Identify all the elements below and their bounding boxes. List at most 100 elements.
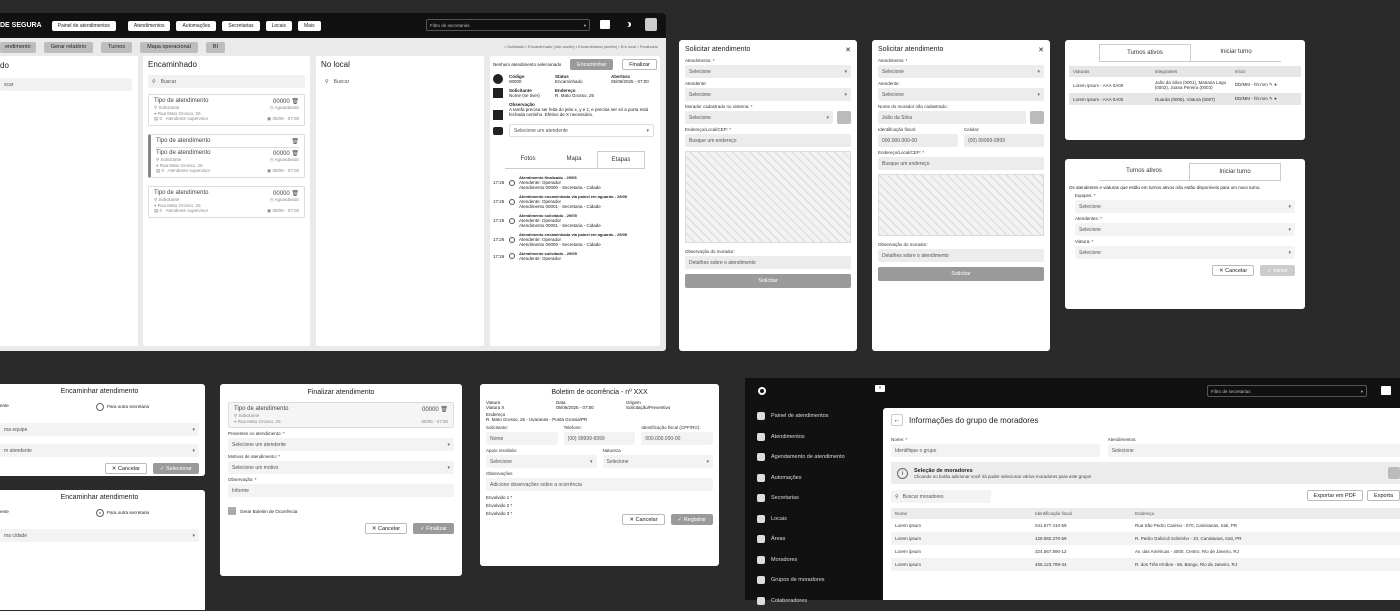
map-image[interactable] — [878, 174, 1044, 236]
dot-icon[interactable]: ● — [1274, 96, 1277, 101]
phone-input[interactable]: (00) 99999-9999 — [564, 432, 636, 445]
table-row[interactable]: Lorem ipsum - AAA 0A00João da Silva (000… — [1069, 77, 1301, 93]
start-button[interactable]: ✓ Iniciar — [1260, 265, 1295, 276]
address-input[interactable]: Busque um endereço — [878, 157, 1044, 170]
edit-icon[interactable]: ✎ — [1269, 82, 1273, 87]
obs-input[interactable]: Informe — [228, 484, 454, 497]
tab-etapas[interactable]: Etapas — [597, 151, 645, 168]
obs-input[interactable]: Adicione observações sobre a ocorrência — [486, 478, 713, 491]
add-person-icon[interactable] — [1030, 111, 1044, 124]
address-input[interactable]: Busque um endereço — [685, 134, 851, 147]
requester-input[interactable]: Nome — [486, 432, 558, 445]
envolvido-label[interactable]: Envolvido 1 * — [486, 494, 713, 502]
cancel-button[interactable]: ✕ Cancelar — [365, 523, 407, 534]
sidebar-item[interactable]: Secretarias — [757, 488, 845, 509]
tab-iniciar-turno[interactable]: Iniciar turno — [1191, 44, 1281, 61]
reason-select[interactable]: Selecione um motivo — [228, 461, 454, 474]
close-icon[interactable]: ✕ — [845, 46, 851, 54]
cancel-button[interactable]: ✕ Cancelar — [105, 463, 147, 474]
submit-button[interactable]: Solicitar — [878, 267, 1044, 281]
nav-locais[interactable]: Locais — [266, 21, 292, 31]
avatar[interactable] — [645, 18, 657, 31]
table-row[interactable]: Lorem ipsum324.567.890-12Av. das América… — [891, 545, 1400, 558]
support-select[interactable]: Selecione — [486, 455, 597, 468]
moon-icon[interactable] — [624, 20, 633, 29]
sidebar-item[interactable]: Locais — [757, 509, 845, 530]
table-row[interactable]: Lorem ipsum - AAA 0A00Guarda (0005), Via… — [1069, 93, 1301, 105]
cancel-button[interactable]: ✕ Cancelar — [622, 514, 664, 525]
add-button[interactable] — [1388, 467, 1400, 479]
phone-input[interactable]: (00) 99999-9999 — [964, 134, 1044, 147]
add-person-icon[interactable] — [837, 111, 851, 124]
viatura-select[interactable]: Selecione — [1075, 246, 1295, 259]
equipes-select[interactable]: Selecione — [1075, 200, 1295, 213]
sidebar-item[interactable]: Moradores — [757, 550, 845, 571]
chat-icon[interactable] — [600, 20, 610, 29]
atendente-select[interactable]: m atendente — [0, 444, 199, 457]
group-name-input[interactable]: Identifique o grupo — [891, 444, 1100, 457]
fiscal-input[interactable]: 000.000.000-00 — [878, 134, 958, 147]
table-row[interactable]: Lorem ipsum129.082.370-59R. Pedro Galici… — [891, 532, 1400, 545]
submit-button[interactable]: Solicitar — [685, 274, 851, 288]
column-search[interactable]: ⚲Buscar — [148, 75, 305, 88]
export-pdf-button[interactable]: Exportar em PDF — [1307, 490, 1363, 501]
export-button[interactable]: Exporta — [1367, 490, 1400, 501]
register-button[interactable]: ✓ Registrar — [671, 514, 713, 525]
radio-other[interactable]: Para outra secretaria — [96, 509, 149, 517]
shifts-button[interactable]: Turnos — [101, 42, 132, 53]
table-row[interactable]: Lorem ipsum456.123.789-34R. dos Três Irm… — [891, 558, 1400, 571]
attendance-card[interactable]: Tipo de atendimento00000 🗑 ⚲ Solicitante… — [148, 94, 305, 126]
attendance-card[interactable]: Tipo de atendimento🗑 Tipo de atendimento… — [148, 134, 305, 178]
trash-icon[interactable]: 🗑 — [291, 138, 299, 145]
obs-input[interactable]: Detalhes sobre o atendimento — [685, 256, 851, 269]
finish-button[interactable]: Finalizar — [622, 59, 657, 70]
secretaria-filter[interactable]: Filtro de secretarias▾ — [426, 19, 590, 31]
obs-input[interactable]: Detalhes sobre o atendimento — [878, 249, 1044, 262]
bi-button[interactable]: BI — [206, 42, 225, 53]
sidebar-item[interactable]: Atendimentos — [757, 427, 845, 448]
dot-icon[interactable]: ● — [1274, 82, 1277, 87]
cancel-button[interactable]: ✕ Cancelar — [1212, 265, 1254, 276]
sidebar-item[interactable]: Áreas — [757, 529, 845, 550]
tab-fotos[interactable]: Fotos — [505, 151, 551, 168]
sidebar-item[interactable]: Painel de atendimentos — [757, 406, 845, 427]
atendimento-select[interactable]: Selecione — [878, 65, 1044, 78]
map-button[interactable]: Mapa operacional — [140, 42, 198, 53]
column-search[interactable]: scar — [0, 78, 132, 91]
tab-mapa[interactable]: Mapa — [551, 151, 597, 168]
equipe-select[interactable]: ma equipe — [0, 423, 199, 436]
forward-button[interactable]: Encaminhar — [570, 59, 613, 70]
envolvido-label[interactable]: Envolvido 2 * — [486, 502, 713, 510]
sidebar-item[interactable]: Agendamento de atendimento — [757, 447, 845, 468]
checkbox-icon[interactable] — [228, 507, 236, 515]
name-input[interactable]: João da Silva — [878, 111, 1026, 124]
morador-select[interactable]: Selecione — [685, 111, 833, 124]
nature-select[interactable]: Selecione — [603, 455, 714, 468]
atendimento-select[interactable]: Selecione — [685, 65, 851, 78]
column-search[interactable]: ⚲Buscar — [321, 75, 479, 88]
sidebar-item[interactable]: Grupos de moradores — [757, 570, 845, 591]
fiscal-input[interactable]: 000.000.000-00 — [641, 432, 713, 445]
nav-secretarias[interactable]: Secretarias — [222, 21, 259, 31]
cidade-select[interactable]: ma cidade — [0, 529, 199, 542]
residents-search[interactable]: ⚲Buscar moradores — [891, 490, 991, 503]
toolbar-new-button[interactable]: endimento — [0, 42, 36, 53]
finish-button[interactable]: ✓ Finalizar — [413, 523, 454, 534]
edit-icon[interactable]: ✎ — [1269, 96, 1273, 101]
present-select[interactable]: Selecione um atendente — [228, 438, 454, 451]
nav-atendimentos[interactable]: Atendimentos — [128, 21, 171, 31]
atendente-select[interactable]: Selecione — [685, 88, 851, 101]
secretaria-filter[interactable]: Filtro de secretarias▾ — [1207, 385, 1367, 397]
table-row[interactable]: Lorem ipsum041.677.410-59Rua São Pedro C… — [891, 519, 1400, 532]
sidebar-item[interactable]: Automações — [757, 468, 845, 489]
tab-turnos-ativos[interactable]: Turnos ativos — [1099, 163, 1189, 180]
nav-mais[interactable]: Mais — [298, 21, 321, 31]
nav-painel[interactable]: Painel de atendimentos — [52, 21, 116, 31]
tab-iniciar-turno[interactable]: Iniciar turno — [1189, 163, 1281, 180]
atendentes-select[interactable]: Selecione — [1075, 223, 1295, 236]
agent-select[interactable]: Selecione um atendente — [509, 124, 654, 137]
chat-icon[interactable] — [1381, 386, 1391, 395]
attendance-card[interactable]: Tipo de atendimento00000 🗑 ⚲ Solicitante… — [148, 186, 305, 218]
back-arrow-icon[interactable]: ← — [891, 414, 903, 426]
map-image[interactable] — [685, 151, 851, 243]
